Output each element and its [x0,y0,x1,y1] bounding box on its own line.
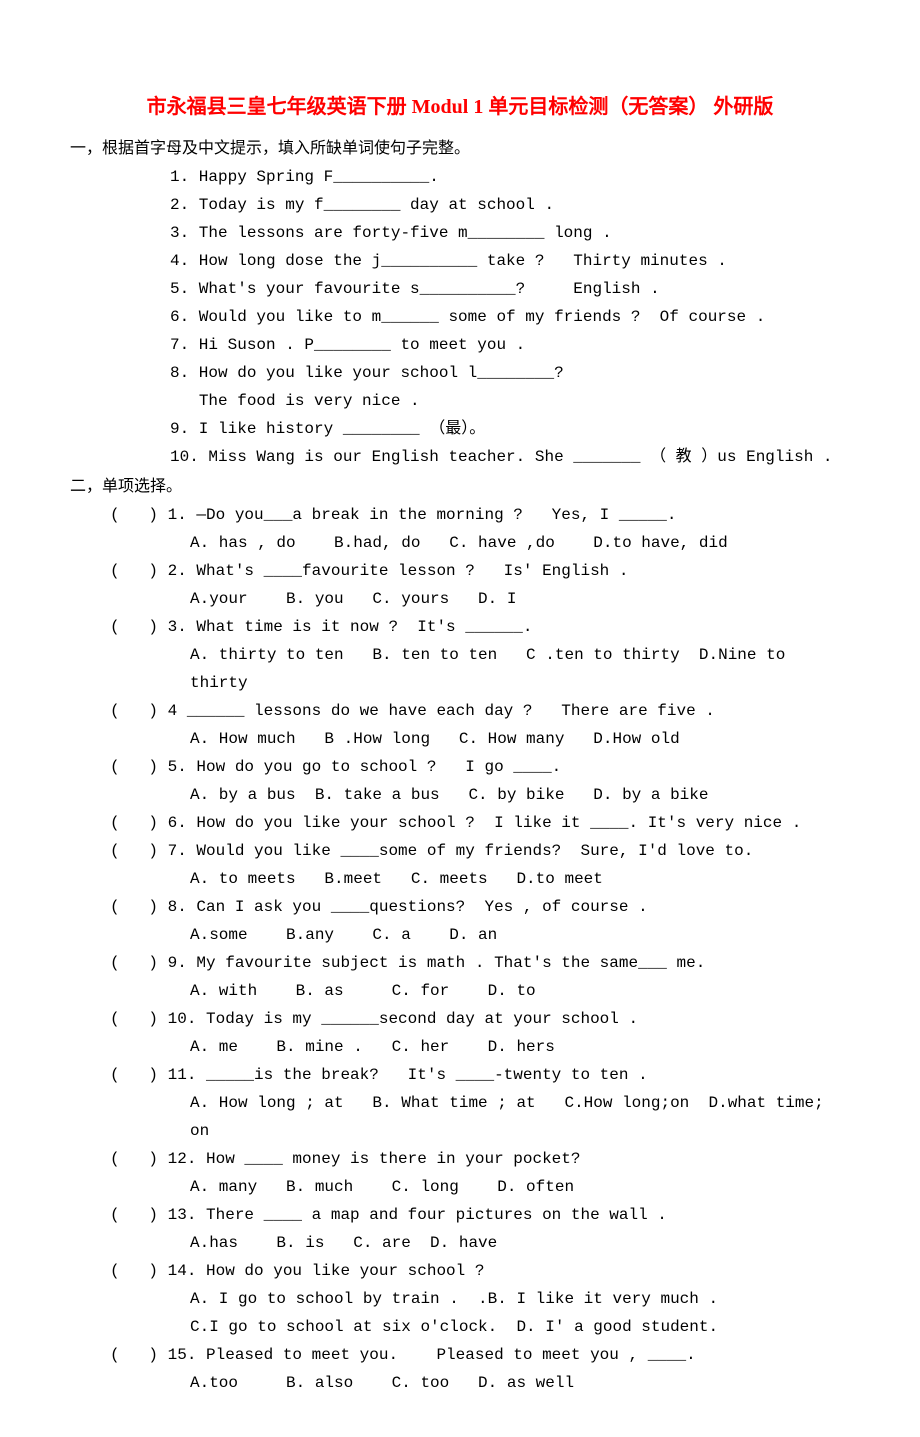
s2-q: ( ) 5. How do you go to school ? I go __… [70,753,850,781]
s1-item: 2. Today is my f________ day at school . [70,191,850,219]
s2-q: ( ) 9. My favourite subject is math . Th… [70,949,850,977]
s2-q: ( ) 12. How ____ money is there in your … [70,1145,850,1173]
s2-q: ( ) 4 ______ lessons do we have each day… [70,697,850,725]
document-title: 市永福县三皇七年级英语下册 Modul 1 单元目标检测（无答案） 外研版 [70,90,850,125]
s1-item: 4. How long dose the j__________ take ? … [70,247,850,275]
s2-q: ( ) 14. How do you like your school ? [70,1257,850,1285]
s2-opts: A. How much B .How long C. How many D.Ho… [70,725,850,753]
s2-opts: A. by a bus B. take a bus C. by bike D. … [70,781,850,809]
s2-opts: A.your B. you C. yours D. I [70,585,850,613]
section-1-heading: 一，根据首字母及中文提示，填入所缺单词使句子完整。 [70,135,850,163]
s1-item: 9. I like history ________ （最）。 [70,415,850,443]
document-page: 市永福县三皇七年级英语下册 Modul 1 单元目标检测（无答案） 外研版 一，… [0,0,920,1437]
s2-q: ( ) 8. Can I ask you ____questions? Yes … [70,893,850,921]
s2-opts: A. has , do B.had, do C. have ,do D.to h… [70,529,850,557]
s2-q: ( ) 13. There ____ a map and four pictur… [70,1201,850,1229]
section-2-heading: 二，单项选择。 [70,473,850,501]
s2-q: ( ) 10. Today is my ______second day at … [70,1005,850,1033]
s2-q: ( ) 6. How do you like your school ? I l… [70,809,850,837]
s2-q: ( ) 15. Pleased to meet you. Pleased to … [70,1341,850,1369]
s2-opts: A. How long ; at B. What time ; at C.How… [70,1089,850,1145]
s1-item: 6. Would you like to m______ some of my … [70,303,850,331]
s2-opts: A.some B.any C. a D. an [70,921,850,949]
s2-opts: A.too B. also C. too D. as well [70,1369,850,1397]
s1-item: 7. Hi Suson . P________ to meet you . [70,331,850,359]
s2-q: ( ) 2. What's ____favourite lesson ? Is'… [70,557,850,585]
s2-opts: A.has B. is C. are D. have [70,1229,850,1257]
s2-opts: A. me B. mine . C. her D. hers [70,1033,850,1061]
s2-opts: A. thirty to ten B. ten to ten C .ten to… [70,641,850,697]
s2-q: ( ) 11. _____is the break? It's ____-twe… [70,1061,850,1089]
s2-opts: A. I go to school by train . .B. I like … [70,1285,850,1341]
s2-opts: A. with B. as C. for D. to [70,977,850,1005]
s2-opts: A. many B. much C. long D. often [70,1173,850,1201]
s1-item: 3. The lessons are forty-five m________ … [70,219,850,247]
s1-item: 10. Miss Wang is our English teacher. Sh… [70,443,850,471]
s2-opts: A. to meets B.meet C. meets D.to meet [70,865,850,893]
s1-item: 1. Happy Spring F__________. [70,163,850,191]
s1-item: 8. How do you like your school l________… [70,359,850,415]
s2-q: ( ) 7. Would you like ____some of my fri… [70,837,850,865]
s1-item: 5. What's your favourite s__________? En… [70,275,850,303]
s2-q: ( ) 3. What time is it now ? It's ______… [70,613,850,641]
s2-q: ( ) 1. —Do you___a break in the morning … [70,501,850,529]
